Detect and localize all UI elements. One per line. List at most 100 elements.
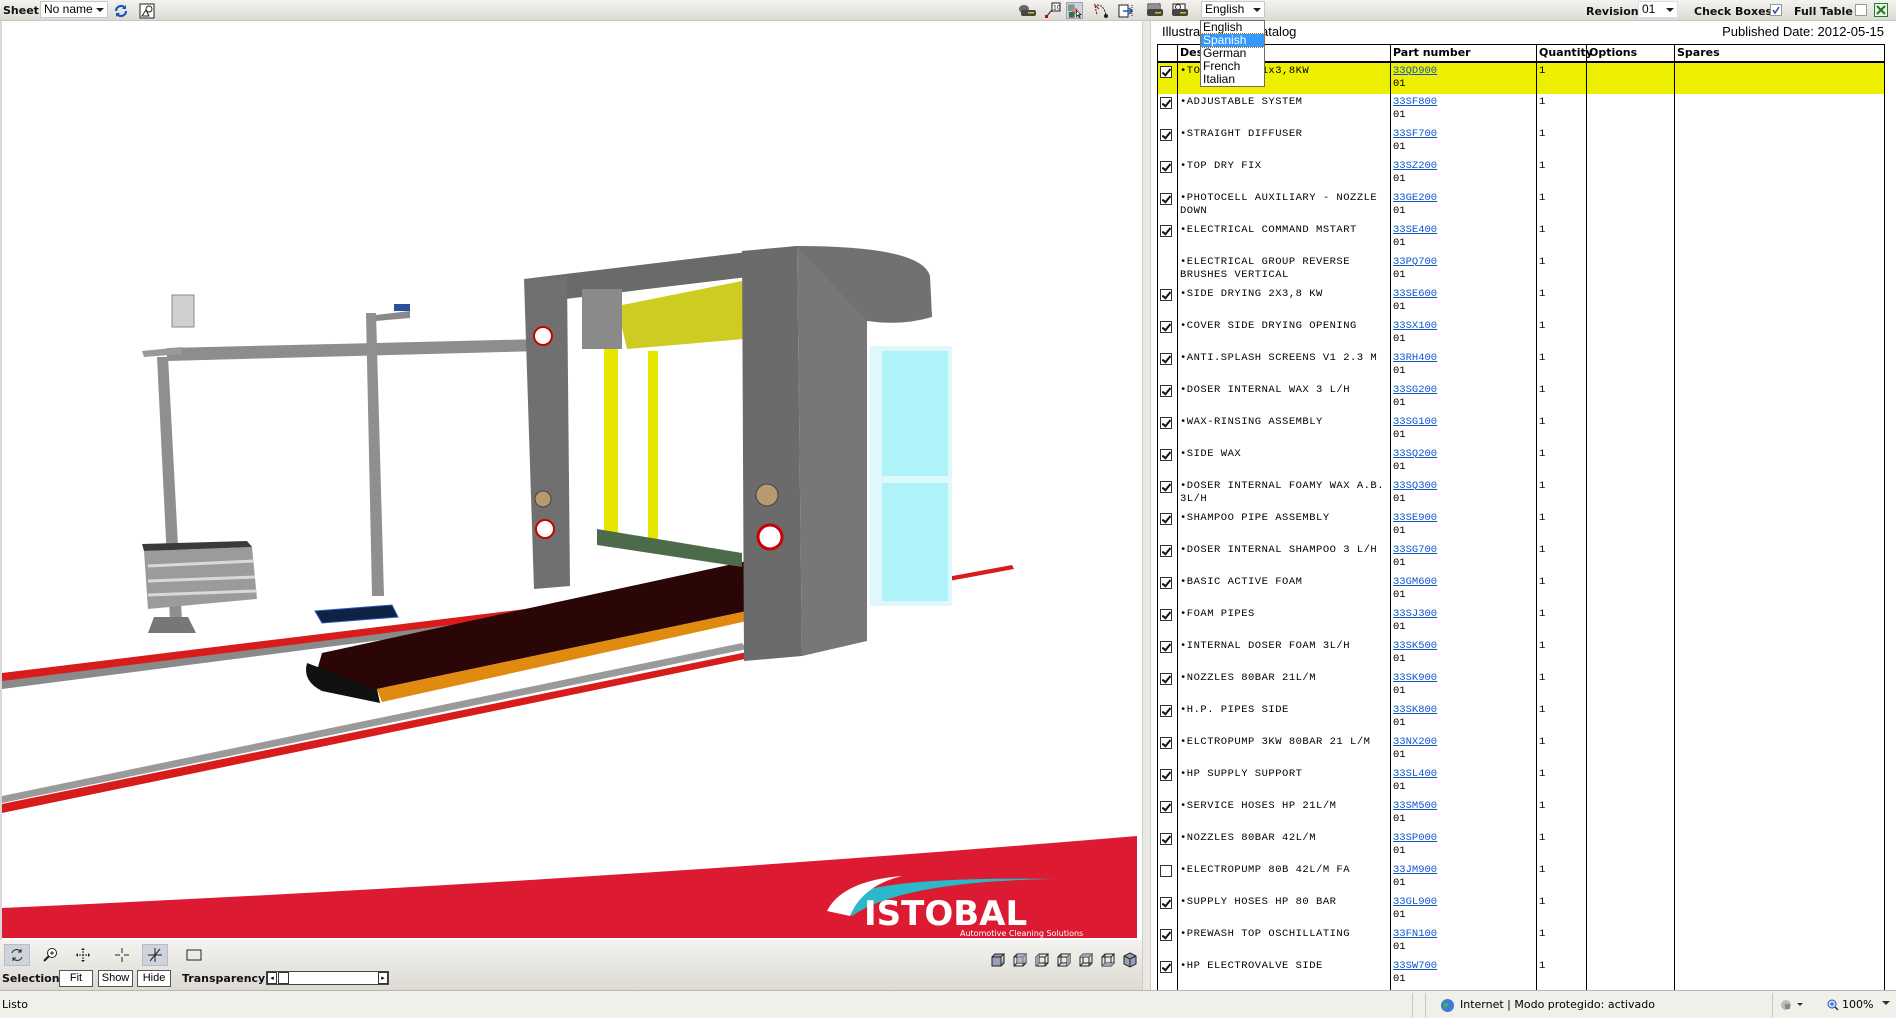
view-top-icon[interactable] (1078, 952, 1094, 968)
column-header-spares[interactable]: Spares (1674, 44, 1885, 63)
slider-left-arrow-icon[interactable]: ◂ (267, 972, 277, 984)
part-number-link[interactable]: 33GE200 (1393, 192, 1437, 204)
revision-select[interactable]: 01 (1638, 1, 1678, 18)
zoom-level-value[interactable]: 100% (1842, 995, 1873, 1015)
table-row[interactable]: •DOSER INTERNAL WAX 3 L/H 33SG200 01 1 (1157, 381, 1885, 414)
table-row[interactable]: •ADJUSTABLE SYSTEM 33SF800 01 1 (1157, 93, 1885, 126)
row-checkbox[interactable] (1160, 896, 1172, 909)
part-number-link[interactable]: 33SG200 (1393, 384, 1437, 396)
view-right-icon[interactable] (1056, 952, 1072, 968)
table-row[interactable]: •BASIC ACTIVE FOAM 33GM600 01 1 (1157, 573, 1885, 606)
print-table-icon[interactable] (1145, 2, 1165, 19)
part-number-link[interactable]: 33SQ300 (1393, 480, 1437, 492)
table-row[interactable]: •SIDE DRYING 2X3,8 KW 33SE600 01 1 (1157, 285, 1885, 318)
part-number-link[interactable]: 33FN100 (1393, 928, 1437, 940)
view-back-icon[interactable] (1012, 952, 1028, 968)
part-number-link[interactable]: 33SQ200 (1393, 448, 1437, 460)
row-checkbox[interactable] (1160, 384, 1172, 397)
view-bottom-icon[interactable] (1100, 952, 1116, 968)
row-checkbox[interactable] (1160, 576, 1172, 589)
table-row[interactable]: •WAX-RINSING ASSEMBLY 33SG100 01 1 (1157, 413, 1885, 446)
column-header-quantity[interactable]: Quantity (1536, 44, 1593, 63)
panel-splitter[interactable] (1142, 21, 1151, 990)
hide-button[interactable]: Hide (137, 970, 171, 987)
table-row[interactable]: •STRAIGHT DIFFUSER 33SF700 01 1 (1157, 125, 1885, 158)
row-checkbox[interactable] (1160, 320, 1172, 333)
table-row[interactable]: •ANTI.SPLASH SCREENS V1 2.3 M 33RH400 01 1 (1157, 349, 1885, 382)
column-header-options[interactable]: Options (1586, 44, 1675, 63)
row-checkbox[interactable] (1160, 640, 1172, 653)
table-row[interactable]: •FOAM PIPES 33SJ300 01 1 (1157, 605, 1885, 638)
refresh-icon[interactable] (112, 2, 129, 19)
part-number-link[interactable]: 33QD900 (1393, 65, 1437, 77)
row-checkbox[interactable] (1160, 928, 1172, 941)
table-row[interactable]: •SUPPLY HOSES HP 80 BAR 33GL900 01 1 (1157, 893, 1885, 926)
part-number-link[interactable]: 33SK500 (1393, 640, 1437, 652)
path-icon[interactable] (1092, 2, 1109, 19)
part-number-link[interactable]: 33SL400 (1393, 768, 1437, 780)
part-number-link[interactable]: 33GM600 (1393, 576, 1437, 588)
table-row[interactable]: •PHOTOCELL AUXILIARY - NOZZLE DOWN 33GE20… (1157, 189, 1885, 222)
pan-icon[interactable] (70, 944, 96, 966)
language-option-italian[interactable]: Italian (1201, 73, 1264, 86)
3d-viewport[interactable]: ISTOBAL Automotive Cleaning Solutions (0, 21, 1142, 940)
row-checkbox[interactable] (1160, 512, 1172, 525)
part-number-link[interactable]: 33SX100 (1393, 320, 1437, 332)
table-row[interactable]: •PREWASH TOP OSCHILLATING 33FN100 01 1 (1157, 925, 1885, 958)
view-front-icon[interactable] (990, 952, 1006, 968)
table-row[interactable]: •NOZZLES 80BAR 21L/M 33SK900 01 1 (1157, 669, 1885, 702)
row-checkbox[interactable] (1160, 224, 1172, 237)
part-number-link[interactable]: 33SF700 (1393, 128, 1437, 140)
table-row[interactable]: •ELCTROPUMP 3KW 80BAR 21 L/M 33NX200 01 1 (1157, 733, 1885, 766)
row-checkbox[interactable] (1160, 544, 1172, 557)
fit-button[interactable]: Fit (59, 970, 93, 987)
table-row[interactable]: •H.P. PIPES SIDE 33SK800 01 1 (1157, 701, 1885, 734)
view-iso-icon[interactable] (1122, 952, 1138, 968)
table-row[interactable]: •SHAMPOO PIPE ASSEMBLY 33SE900 01 1 (1157, 509, 1885, 542)
callout-10-icon[interactable]: 10 (1044, 2, 1061, 19)
row-checkbox[interactable] (1160, 768, 1172, 781)
row-checkbox[interactable] (1160, 800, 1172, 813)
table-row[interactable]: •TOP DRY FIX 33SZ200 01 1 (1157, 157, 1885, 190)
row-checkbox[interactable] (1160, 352, 1172, 365)
row-checkbox[interactable] (1160, 65, 1172, 78)
print-preview-icon[interactable] (1170, 2, 1190, 19)
row-checkbox[interactable] (1160, 416, 1172, 429)
export-icon[interactable] (1117, 2, 1134, 19)
table-row[interactable]: •ELECTRICAL COMMAND MSTART 33SE400 01 1 (1157, 221, 1885, 254)
part-number-link[interactable]: 33GL900 (1393, 896, 1437, 908)
section-icon[interactable] (142, 944, 168, 966)
table-row[interactable]: •INTERNAL DOSER FOAM 3L/H 33SK500 01 1 (1157, 637, 1885, 670)
part-number-link[interactable]: 33SE400 (1393, 224, 1437, 236)
part-number-link[interactable]: 33JM900 (1393, 864, 1437, 876)
column-header-part-number[interactable]: Part number (1390, 44, 1537, 63)
row-checkbox[interactable] (1160, 736, 1172, 749)
excel-export-icon[interactable] (1874, 3, 1888, 17)
protected-mode-icon[interactable] (1780, 995, 1806, 1015)
table-row[interactable]: •HP ELECTROVALVE SIDE 33SW700 01 1 (1157, 957, 1885, 990)
center-icon[interactable] (109, 944, 135, 966)
table-row[interactable]: •TOP DRYING 1x3,8KW33QD900011 (1157, 61, 1885, 94)
table-row[interactable]: •SERVICE HOSES HP 21L/M 33SM500 01 1 (1157, 797, 1885, 830)
table-row[interactable]: •COVER SIDE DRYING OPENING 33SX100 01 1 (1157, 317, 1885, 350)
part-number-link[interactable]: 33SG100 (1393, 416, 1437, 428)
slider-thumb[interactable] (278, 972, 289, 984)
rotate-icon[interactable] (4, 944, 30, 966)
row-checkbox[interactable] (1160, 704, 1172, 717)
part-number-link[interactable]: 33SP000 (1393, 832, 1437, 844)
zoom-level-icon[interactable] (1827, 995, 1839, 1015)
slider-right-arrow-icon[interactable]: ▸ (378, 972, 388, 984)
full-table-checkbox[interactable] (1855, 4, 1867, 16)
row-checkbox[interactable] (1160, 160, 1172, 173)
part-number-link[interactable]: 33SJ300 (1393, 608, 1437, 620)
part-number-link[interactable]: 33SZ200 (1393, 160, 1437, 172)
table-row[interactable]: •SIDE WAX 33SQ200 01 1 (1157, 445, 1885, 478)
part-number-link[interactable]: 33NX200 (1393, 736, 1437, 748)
view-left-icon[interactable] (1034, 952, 1050, 968)
row-checkbox[interactable] (1160, 832, 1172, 845)
row-checkbox[interactable] (1160, 128, 1172, 141)
zoom-icon[interactable] (37, 944, 63, 966)
part-number-link[interactable]: 33SK900 (1393, 672, 1437, 684)
row-checkbox[interactable] (1160, 608, 1172, 621)
part-number-link[interactable]: 33SE900 (1393, 512, 1437, 524)
